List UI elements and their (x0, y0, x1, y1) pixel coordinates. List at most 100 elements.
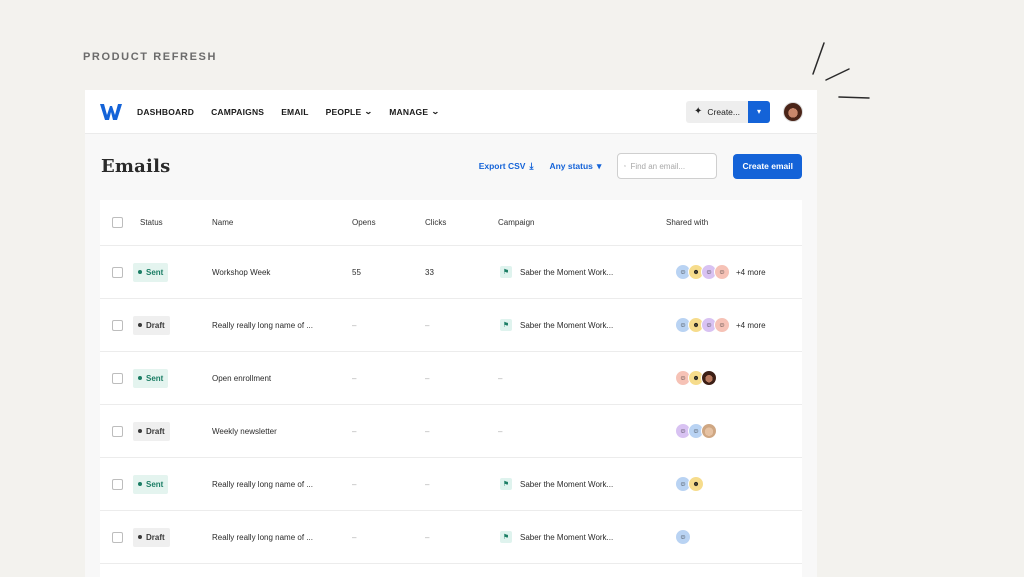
table-row[interactable]: Draft Really really long name of ... – – ⚑ Sa… (100, 511, 802, 564)
shared-with-cell: ☺ ☻ ☺ ☺ +4 more (666, 317, 802, 333)
nav-item-manage[interactable]: MANAGE ⌄ (389, 107, 441, 117)
email-name[interactable]: Really really long name of ... (212, 533, 352, 542)
opens-count: – (352, 373, 357, 383)
table-row[interactable]: Sent Open enrollment – – – ☺ ☻ (100, 352, 802, 405)
opens-count: – (352, 479, 357, 489)
email-name[interactable]: Workshop Week (212, 268, 352, 277)
email-name[interactable]: Weekly newsletter (212, 427, 352, 436)
campaign-cell: ⚑ Saber the Moment Work... (498, 478, 666, 490)
nav-item-campaigns[interactable]: CAMPAIGNS (211, 107, 264, 117)
avatar-icon: ☻ (688, 476, 704, 492)
user-avatar[interactable] (783, 101, 803, 122)
create-dropdown-button[interactable]: ▾ (748, 100, 770, 123)
header-opens[interactable]: Opens (352, 218, 425, 227)
campaign-name[interactable]: Saber the Moment Work... (520, 480, 613, 489)
header-name[interactable]: Name (212, 218, 352, 227)
status-dot-icon (138, 323, 142, 327)
header-status[interactable]: Status (133, 218, 212, 227)
header-shared-with: Shared with (666, 218, 709, 227)
shared-avatars: ☺ ☻ (675, 476, 704, 492)
status-dot-icon (138, 535, 142, 539)
download-icon: ⤓ (529, 160, 534, 171)
campaign-flag-icon: ⚑ (500, 531, 512, 543)
header-campaign[interactable]: Campaign (498, 218, 666, 227)
shared-avatars: ☺ ☻ (675, 370, 717, 386)
header-clicks[interactable]: Clicks (425, 218, 498, 227)
nav-item-label: DASHBOARD (137, 106, 195, 117)
status-dot-icon (138, 429, 142, 433)
opens-count: – (352, 426, 357, 436)
status-dot-icon (138, 376, 142, 380)
status-label: Sent (146, 267, 164, 277)
chevron-down-icon: ⌄ (431, 107, 441, 116)
opens-count: 55 (352, 267, 361, 277)
row-checkbox[interactable] (112, 425, 123, 437)
clicks-count: – (425, 532, 430, 542)
status-label: Draft (146, 320, 165, 330)
avatar-icon (701, 423, 717, 439)
row-checkbox[interactable] (112, 266, 123, 278)
shared-avatars: ☺ (675, 529, 691, 545)
select-all-checkbox[interactable] (112, 217, 123, 228)
nav-item-people[interactable]: PEOPLE ⌄ (326, 107, 373, 117)
table-row[interactable]: Sent Workshop Week 55 33 ⚑ Saber the Moment W… (100, 246, 802, 299)
campaign-name[interactable]: Saber the Moment Work... (520, 533, 613, 542)
create-button-label: Create... (707, 106, 740, 117)
chevron-down-icon: ▾ (756, 107, 761, 116)
row-checkbox[interactable] (112, 531, 123, 543)
campaign-cell: – (498, 374, 666, 383)
shared-with-cell: ☺ ☻ (666, 476, 802, 492)
opens-count: – (352, 532, 357, 542)
campaign-flag-icon: ⚑ (500, 266, 512, 278)
more-shared-count[interactable]: +4 more (736, 268, 766, 277)
email-name[interactable]: Really really long name of ... (212, 321, 352, 330)
status-badge: Sent (133, 368, 169, 388)
page-toolbar: Emails Export CSV ⤓ Any status ▾ Create … (85, 134, 817, 198)
clicks-count: 33 (425, 267, 434, 277)
status-label: Sent (146, 373, 164, 383)
create-menu: ✦ Create... ▾ (686, 100, 770, 123)
status-badge: Sent (133, 262, 169, 282)
shared-with-cell: ☺ ☺ (666, 423, 802, 439)
table-row[interactable]: Draft Weekly newsletter – – – ☺ ☺ (100, 405, 802, 458)
table-header: Status Name Opens Clicks Campaign Shared… (100, 200, 802, 246)
status-badge: Sent (133, 474, 169, 494)
row-checkbox[interactable] (112, 372, 123, 384)
nav-item-dashboard[interactable]: DASHBOARD (137, 107, 194, 117)
status-badge: Draft (133, 315, 170, 335)
create-button[interactable]: ✦ Create... (686, 100, 748, 123)
search-field[interactable] (617, 153, 718, 179)
export-csv-link[interactable]: Export CSV ⤓ (479, 161, 534, 172)
email-name[interactable]: Open enrollment (212, 374, 352, 383)
campaign-flag-icon: ⚑ (500, 319, 512, 331)
clicks-count: – (425, 426, 430, 436)
row-checkbox[interactable] (112, 478, 123, 490)
campaign-name[interactable]: Saber the Moment Work... (520, 321, 613, 330)
status-badge: Draft (133, 527, 170, 547)
campaign-name[interactable]: Saber the Moment Work... (520, 268, 613, 277)
status-badge: Draft (133, 421, 170, 441)
page-title: Emails (101, 155, 171, 177)
status-label: Sent (146, 479, 164, 489)
more-shared-count[interactable]: +4 more (736, 321, 766, 330)
create-email-button[interactable]: Create email (733, 153, 802, 179)
shared-avatars: ☺ ☻ ☺ ☺ (675, 317, 730, 333)
campaign-name: – (498, 373, 503, 383)
nav-item-email[interactable]: EMAIL (281, 107, 308, 117)
logo-icon[interactable] (99, 103, 123, 121)
email-name[interactable]: Really really long name of ... (212, 480, 352, 489)
search-input[interactable] (630, 161, 711, 171)
campaign-cell: ⚑ Saber the Moment Work... (498, 531, 666, 543)
status-filter-dropdown[interactable]: Any status ▾ (549, 161, 601, 172)
avatar-icon: ☺ (714, 317, 730, 333)
campaign-cell: – (498, 427, 666, 436)
table-row[interactable]: Sent Really really long name of ... – – ⚑ Sab… (100, 458, 802, 511)
clicks-count: – (425, 373, 430, 383)
opens-count: – (352, 320, 357, 330)
campaign-cell: ⚑ Saber the Moment Work... (498, 266, 666, 278)
status-dot-icon (138, 482, 142, 486)
top-navigation: DASHBOARD CAMPAIGNS EMAIL PEOPLE ⌄ MANAGE ⌄ ✦ … (85, 90, 817, 134)
campaign-cell: ⚑ Saber the Moment Work... (498, 319, 666, 331)
row-checkbox[interactable] (112, 319, 123, 331)
table-row[interactable]: Draft Really really long name of ... – – ⚑ Sa… (100, 299, 802, 352)
